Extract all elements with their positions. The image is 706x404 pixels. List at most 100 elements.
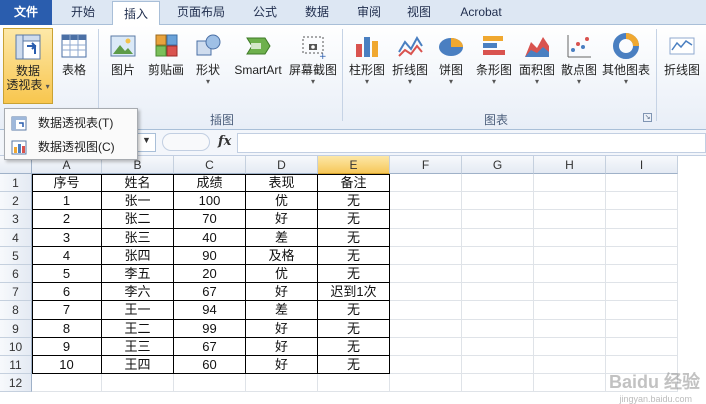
shapes-button[interactable]: 形状 ▾	[190, 28, 226, 104]
cell-b12[interactable]	[102, 374, 174, 393]
cell-b2[interactable]: 张一	[102, 192, 174, 211]
screenshot-button[interactable]: + 屏幕截图 ▾	[288, 28, 338, 104]
cell-h12[interactable]	[534, 374, 606, 393]
cell-i3[interactable]	[606, 210, 678, 229]
scatter-chart-button[interactable]: 散点图 ▾	[559, 28, 599, 104]
name-box-dropdown-icon[interactable]: ▼	[142, 135, 151, 145]
cell-f10[interactable]	[390, 337, 462, 356]
smartart-button[interactable]: SmartArt	[230, 28, 286, 88]
tab-acrobat[interactable]: Acrobat	[448, 0, 514, 25]
cell-f4[interactable]	[390, 228, 462, 247]
pie-chart-button[interactable]: 饼图 ▾	[433, 28, 469, 104]
formula-bar-buttons[interactable]	[162, 133, 210, 151]
cell-h4[interactable]	[534, 228, 606, 247]
cell-c3[interactable]: 70	[174, 210, 246, 229]
cell-d3[interactable]: 好	[246, 210, 318, 229]
picture-button[interactable]: 图片	[104, 28, 142, 88]
row-header-9[interactable]: 9	[0, 319, 32, 338]
cell-c11[interactable]: 60	[174, 356, 246, 375]
row-header-3[interactable]: 3	[0, 210, 32, 229]
cell-e7[interactable]: 迟到1次	[318, 283, 390, 302]
cell-b1[interactable]: 姓名	[102, 174, 174, 193]
table-button[interactable]: 表格	[56, 28, 92, 88]
spreadsheet-grid[interactable]: A B C D E F G H I 1 序号 姓名 成绩 表现 备注 2 1 张一 100 优无 3 2 张二 70 好无 4 3 张…	[0, 156, 706, 404]
pivot-table-button[interactable]: 数据 透视表 ▾	[3, 28, 53, 104]
cell-c1[interactable]: 成绩	[174, 174, 246, 193]
column-header-i[interactable]: I	[606, 156, 678, 174]
row-header-12[interactable]: 12	[0, 374, 32, 393]
cell-f3[interactable]	[390, 210, 462, 229]
area-chart-button[interactable]: 面积图 ▾	[517, 28, 557, 104]
cell-b9[interactable]: 王二	[102, 319, 174, 338]
sparkline-line-button[interactable]: 折线图	[660, 28, 704, 88]
tab-formulas[interactable]: 公式	[240, 0, 290, 25]
clipart-button[interactable]: 剪贴画	[144, 28, 188, 88]
cell-g8[interactable]	[462, 301, 534, 320]
line-chart-button[interactable]: 折线图 ▾	[389, 28, 431, 104]
cell-d6[interactable]: 优	[246, 265, 318, 284]
other-charts-button[interactable]: 其他图表 ▾	[600, 28, 652, 104]
cell-h7[interactable]	[534, 283, 606, 302]
cell-f2[interactable]	[390, 192, 462, 211]
cell-f9[interactable]	[390, 319, 462, 338]
cell-c9[interactable]: 99	[174, 319, 246, 338]
cell-a1[interactable]: 序号	[32, 174, 102, 193]
column-header-h[interactable]: H	[534, 156, 606, 174]
cell-f8[interactable]	[390, 301, 462, 320]
cell-b3[interactable]: 张二	[102, 210, 174, 229]
cell-b4[interactable]: 张三	[102, 228, 174, 247]
cell-b8[interactable]: 王一	[102, 301, 174, 320]
cell-f6[interactable]	[390, 265, 462, 284]
charts-dialog-launcher-icon[interactable]: ↘	[643, 113, 652, 122]
cell-g6[interactable]	[462, 265, 534, 284]
cell-d11[interactable]: 好	[246, 356, 318, 375]
cell-h3[interactable]	[534, 210, 606, 229]
cell-g3[interactable]	[462, 210, 534, 229]
cell-i10[interactable]	[606, 337, 678, 356]
cell-e8[interactable]: 无	[318, 301, 390, 320]
cell-h2[interactable]	[534, 192, 606, 211]
row-header-6[interactable]: 6	[0, 265, 32, 284]
menu-item-pivot-chart[interactable]: 数据透视图(C)	[5, 135, 137, 159]
formula-input[interactable]	[237, 133, 706, 153]
column-header-e[interactable]: E	[318, 156, 390, 174]
cell-e3[interactable]: 无	[318, 210, 390, 229]
column-header-f[interactable]: F	[390, 156, 462, 174]
cell-a4[interactable]: 3	[32, 228, 102, 247]
row-header-8[interactable]: 8	[0, 301, 32, 320]
column-header-g[interactable]: G	[462, 156, 534, 174]
cell-e11[interactable]: 无	[318, 356, 390, 375]
cell-d7[interactable]: 好	[246, 283, 318, 302]
cell-h10[interactable]	[534, 337, 606, 356]
cell-e10[interactable]: 无	[318, 337, 390, 356]
cell-a5[interactable]: 4	[32, 246, 102, 265]
cell-c10[interactable]: 67	[174, 337, 246, 356]
tab-page-layout[interactable]: 页面布局	[166, 0, 236, 25]
insert-function-icon[interactable]: fx	[218, 134, 231, 149]
cell-e2[interactable]: 无	[318, 192, 390, 211]
cell-d10[interactable]: 好	[246, 337, 318, 356]
row-header-1[interactable]: 1	[0, 174, 32, 193]
cell-b6[interactable]: 李五	[102, 265, 174, 284]
cell-g11[interactable]	[462, 356, 534, 375]
cell-f1[interactable]	[390, 174, 462, 193]
tab-home[interactable]: 开始	[56, 0, 110, 25]
cell-e1[interactable]: 备注	[318, 174, 390, 193]
cell-g7[interactable]	[462, 283, 534, 302]
cell-g9[interactable]	[462, 319, 534, 338]
cell-i8[interactable]	[606, 301, 678, 320]
cell-a3[interactable]: 2	[32, 210, 102, 229]
cell-c4[interactable]: 40	[174, 228, 246, 247]
cell-h5[interactable]	[534, 246, 606, 265]
tab-data[interactable]: 数据	[294, 0, 340, 25]
cell-a6[interactable]: 5	[32, 265, 102, 284]
tab-file[interactable]: 文件	[0, 0, 52, 25]
cell-i1[interactable]	[606, 174, 678, 193]
cell-h11[interactable]	[534, 356, 606, 375]
cell-e6[interactable]: 无	[318, 265, 390, 284]
cell-d4[interactable]: 差	[246, 228, 318, 247]
cell-h8[interactable]	[534, 301, 606, 320]
cell-i9[interactable]	[606, 319, 678, 338]
cell-i4[interactable]	[606, 228, 678, 247]
row-header-10[interactable]: 10	[0, 337, 32, 356]
